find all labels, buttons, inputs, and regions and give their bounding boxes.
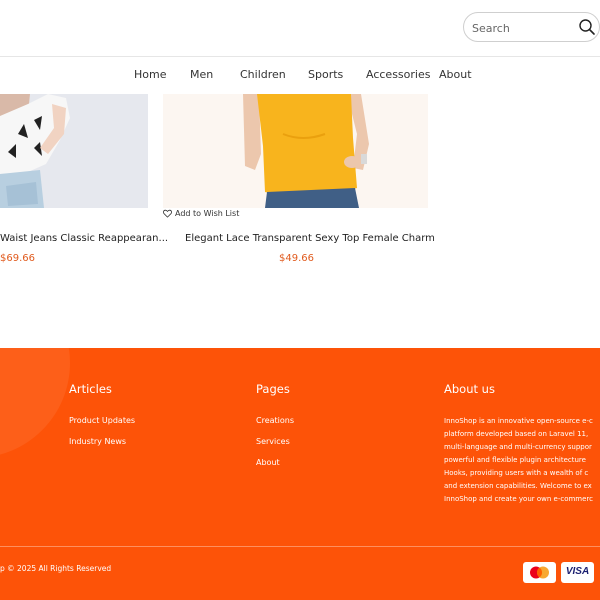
about-line: platform developed based on Laravel 11, xyxy=(444,430,589,438)
nav-item-about[interactable]: About xyxy=(439,68,472,81)
product-photo xyxy=(0,94,148,208)
product-title[interactable]: Elegant Lace Transparent Sexy Top Female… xyxy=(185,233,435,244)
product-image[interactable] xyxy=(163,94,428,208)
mastercard-icon xyxy=(523,562,556,583)
decorative-shape xyxy=(0,348,70,458)
product-price: $69.66 xyxy=(0,253,35,264)
nav-item-home[interactable]: Home xyxy=(134,68,166,81)
about-line: Hooks, providing users with a wealth of … xyxy=(444,469,589,477)
wishlist-label: Add to Wish List xyxy=(175,209,240,218)
search-input[interactable] xyxy=(472,19,572,37)
nav-item-children[interactable]: Children xyxy=(240,68,286,81)
nav-item-accessories[interactable]: Accessories xyxy=(366,68,430,81)
product-price: $49.66 xyxy=(279,253,314,264)
about-line: InnoShop and create your own e-commerc xyxy=(444,495,594,503)
visa-label: VISA xyxy=(565,566,590,577)
main-nav: Home Men Children Sports Accessories Abo… xyxy=(0,58,600,94)
copyright-text: p © 2025 All Rights Reserved xyxy=(0,564,112,573)
site-header xyxy=(0,0,600,57)
footer-link-about[interactable]: About xyxy=(256,458,280,467)
footer-pages-title: Pages xyxy=(256,382,290,396)
footer-about-text: InnoShop is an innovative open-source e-… xyxy=(444,415,600,506)
nav-item-sports[interactable]: Sports xyxy=(308,68,343,81)
nav-item-men[interactable]: Men xyxy=(190,68,213,81)
product-photo xyxy=(163,94,428,208)
search-icon[interactable] xyxy=(578,18,596,36)
product-title[interactable]: Waist Jeans Classic Reappearan... xyxy=(0,233,168,244)
footer-about-title: About us xyxy=(444,382,495,396)
footer-articles-title: Articles xyxy=(69,382,112,396)
footer-link-services[interactable]: Services xyxy=(256,437,290,446)
site-footer: Articles Product Updates Industry News P… xyxy=(0,348,600,600)
visa-icon: VISA xyxy=(561,562,594,583)
add-to-wishlist-button[interactable]: Add to Wish List xyxy=(163,209,239,218)
footer-link-creations[interactable]: Creations xyxy=(256,416,294,425)
about-line: multi-language and multi-currency suppor xyxy=(444,443,592,451)
search-box[interactable] xyxy=(463,12,600,42)
about-line: InnoShop is an innovative open-source e-… xyxy=(444,417,593,425)
footer-link-product-updates[interactable]: Product Updates xyxy=(69,416,135,425)
footer-divider xyxy=(0,546,600,547)
footer-link-industry-news[interactable]: Industry News xyxy=(69,437,126,446)
product-image[interactable] xyxy=(0,94,148,208)
about-line: and extension capabilities. Welcome to e… xyxy=(444,482,592,490)
heart-icon xyxy=(163,209,172,218)
about-line: powerful and flexible plugin architectur… xyxy=(444,456,586,464)
